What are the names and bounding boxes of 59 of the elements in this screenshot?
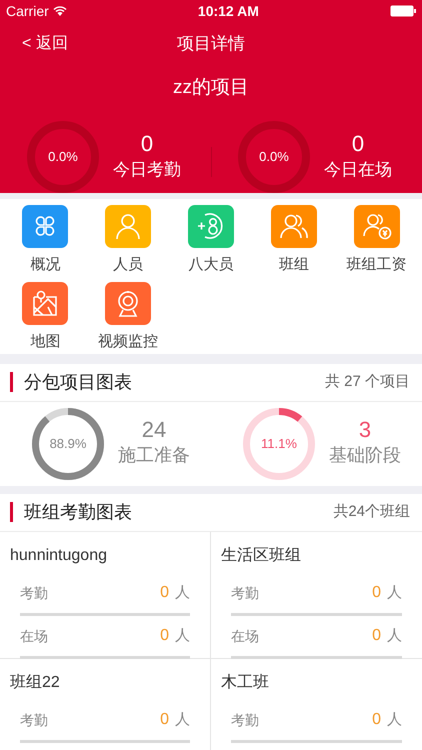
row-label: 考勤 xyxy=(20,710,48,730)
progress-ring xyxy=(27,120,99,192)
row-unit: 人 xyxy=(387,626,402,646)
team-name: 生活区班组 xyxy=(221,546,302,566)
row-count: 0 xyxy=(160,710,169,730)
carrier-label: Carrier xyxy=(6,2,49,20)
accent-bar xyxy=(10,502,13,522)
row-label: 考勤 xyxy=(231,710,259,730)
menu-item[interactable]: 地图 xyxy=(4,282,87,354)
row-count: 0 xyxy=(372,626,381,646)
stage-count: 24 xyxy=(142,418,166,442)
donut-ring xyxy=(32,408,104,480)
section-total: 共 27 个项目 xyxy=(324,372,410,392)
project-name: zz的项目 xyxy=(173,76,249,100)
row-unit: 人 xyxy=(387,710,402,730)
status-time: 10:12 AM xyxy=(198,2,259,20)
row-label: 考勤 xyxy=(231,584,259,602)
people-coin-icon xyxy=(360,211,393,241)
row-label: 在场 xyxy=(20,626,48,646)
menu-item[interactable]: 八大员 xyxy=(170,204,252,276)
team-name: 木工班 xyxy=(221,672,270,692)
section-title: 班组考勤图表 xyxy=(24,500,132,524)
row-label: 考勤 xyxy=(20,584,48,602)
menu-item[interactable]: 班组工资 xyxy=(335,204,418,276)
menu-item[interactable]: 人员 xyxy=(86,204,170,276)
stat-label: 今日在场 xyxy=(324,158,392,181)
back-button[interactable]: < 返回 xyxy=(22,32,68,56)
section-total: 共24个班组 xyxy=(333,502,410,522)
wifi-icon xyxy=(52,6,67,16)
battery-icon xyxy=(390,5,416,17)
page-title: 项目详情 xyxy=(177,33,245,56)
row-unit: 人 xyxy=(175,626,190,646)
accent-bar xyxy=(10,372,13,392)
progress-ring xyxy=(238,120,310,192)
row-count: 0 xyxy=(372,710,381,730)
stage-count: 3 xyxy=(358,418,372,442)
row-unit: 人 xyxy=(175,582,190,603)
stat-count: 0 xyxy=(140,130,154,157)
menu-item[interactable]: 班组 xyxy=(252,204,336,276)
ring-percent: 0.0% xyxy=(259,148,289,166)
ring-percent: 88.9% xyxy=(50,434,86,453)
stat-label: 今日考勤 xyxy=(113,158,181,181)
row-count: 0 xyxy=(160,583,169,603)
ring-percent: 11.1% xyxy=(261,434,297,453)
ring-percent: 0.0% xyxy=(48,148,78,166)
team-name: hunnintugong xyxy=(10,546,108,566)
stage-label: 施工准备 xyxy=(118,444,190,467)
row-unit: 人 xyxy=(387,582,402,603)
donut-ring xyxy=(243,408,315,480)
stat-count: 0 xyxy=(352,130,364,157)
row-count: 0 xyxy=(160,626,169,646)
section-title: 分包项目图表 xyxy=(24,370,132,394)
menu-item[interactable]: 概况 xyxy=(4,204,87,276)
row-label: 在场 xyxy=(231,626,259,646)
row-count: 0 xyxy=(372,583,381,603)
row-unit: 人 xyxy=(175,710,190,730)
menu-item[interactable]: 视频监控 xyxy=(86,282,170,354)
stage-label: 基础阶段 xyxy=(329,444,401,467)
team-name: 班组22 xyxy=(10,672,61,692)
